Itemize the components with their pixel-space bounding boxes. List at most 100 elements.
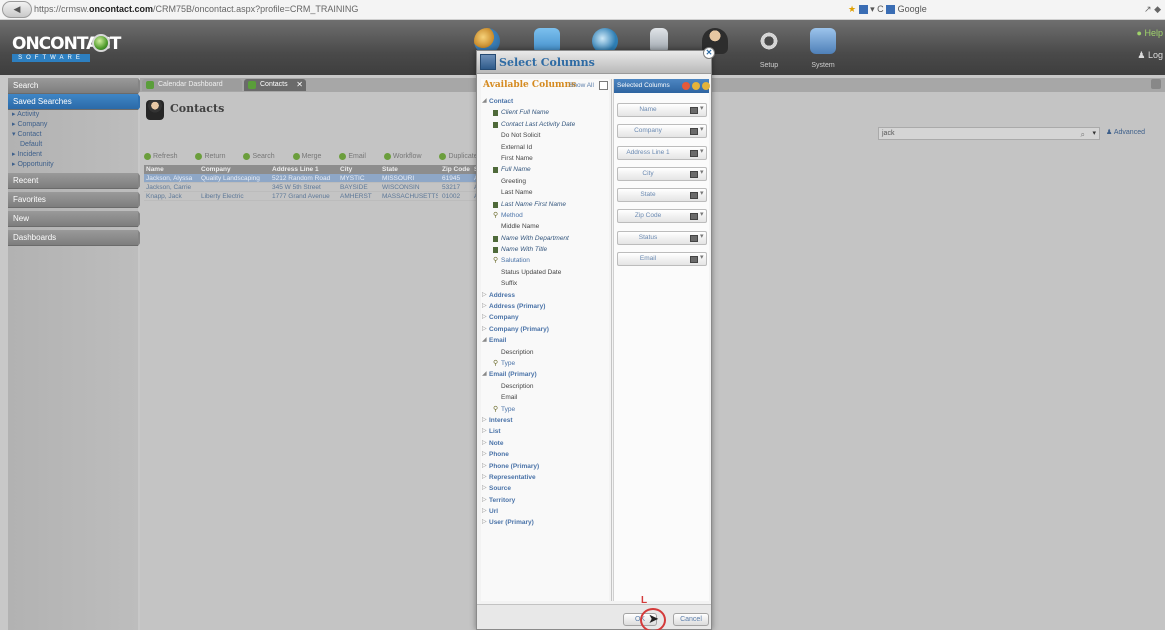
expand-right-icon[interactable]: ▷ xyxy=(482,426,487,437)
chevron-down-icon[interactable]: ▾ xyxy=(700,103,704,115)
tree-field[interactable]: ⚲ Type xyxy=(481,404,609,415)
search-engine-icon[interactable] xyxy=(886,5,896,15)
chevron-down-icon[interactable]: ▾ xyxy=(1092,128,1096,139)
search-input[interactable]: jack ⌕ ▾ xyxy=(878,127,1100,140)
tree-field[interactable]: Status Updated Date xyxy=(481,267,609,278)
column-header-state[interactable]: State xyxy=(382,165,438,174)
table-row[interactable]: Knapp, Jack Liberty Electric 1777 Grand … xyxy=(144,192,484,201)
expand-right-icon[interactable]: ▷ xyxy=(482,415,487,426)
address-bar[interactable]: https://crmsw.oncontact.com/CRM75B/oncon… xyxy=(34,2,834,17)
tree-group[interactable]: ▷ Note xyxy=(481,438,609,449)
move-down-icon[interactable] xyxy=(702,82,710,90)
column-header-address[interactable]: Address Line 1 xyxy=(272,165,336,174)
expand-right-icon[interactable]: ▷ xyxy=(482,472,487,483)
expand-right-icon[interactable]: ▷ xyxy=(482,301,487,312)
tree-field[interactable]: External Id xyxy=(481,142,609,153)
sidebar-favorites[interactable]: Favorites xyxy=(8,192,144,208)
tree-group[interactable]: ▷ Company (Primary) xyxy=(481,324,609,335)
close-icon[interactable]: ✕ xyxy=(703,47,715,59)
tree-group[interactable]: ▷ List xyxy=(481,426,609,437)
show-all-checkbox[interactable] xyxy=(599,81,608,90)
chevron-down-icon[interactable]: ▾ xyxy=(700,231,704,243)
expand-right-icon[interactable]: ▷ xyxy=(482,517,487,528)
expand-right-icon[interactable]: ▷ xyxy=(482,506,487,517)
move-up-icon[interactable] xyxy=(692,82,700,90)
tab-calendar-dashboard[interactable]: Calendar Dashboard xyxy=(142,79,242,91)
tree-field[interactable]: Contact Last Activity Date xyxy=(481,119,609,130)
selected-column-item[interactable]: Company ▾ xyxy=(617,124,707,139)
tree-field[interactable]: Do Not Solicit xyxy=(481,130,609,141)
selected-column-item[interactable]: Email ▾ xyxy=(617,252,707,267)
column-options-icon[interactable] xyxy=(690,234,698,242)
logout-link[interactable]: ♟ Log xyxy=(1137,50,1163,61)
tree-field[interactable]: Suffix xyxy=(481,278,609,289)
column-options-icon[interactable] xyxy=(690,213,698,221)
column-header-city[interactable]: City xyxy=(340,165,376,174)
chevron-down-icon[interactable]: ▾ xyxy=(700,252,704,264)
tree-field[interactable]: Last Name First Name xyxy=(481,199,609,210)
tab-contacts[interactable]: Contacts ✕ xyxy=(244,79,306,91)
tree-group[interactable]: ▷ User (Primary) xyxy=(481,517,609,528)
reload-icon[interactable]: ▾ C xyxy=(870,4,884,14)
sidebar-item-activity[interactable]: ▸ Activity xyxy=(8,110,138,120)
sidebar-item-contact-default[interactable]: Default xyxy=(8,140,138,150)
sidebar-item-incident[interactable]: ▸ Incident xyxy=(8,150,138,160)
tree-group[interactable]: ▷ Representative xyxy=(481,472,609,483)
sidebar-saved-searches[interactable]: Saved Searches xyxy=(8,94,144,110)
nav-setup[interactable]: Setup xyxy=(750,24,788,69)
sidebar-item-contact[interactable]: ▾ Contact xyxy=(8,130,138,140)
table-row[interactable]: Jackson, Carrie 345 W 5th Street BAYSIDE… xyxy=(144,183,484,192)
return-button[interactable]: Return xyxy=(195,152,233,160)
tree-field[interactable]: Name With Title xyxy=(481,244,609,255)
close-tab-icon[interactable]: ✕ xyxy=(296,79,303,91)
expand-right-icon[interactable]: ▷ xyxy=(482,495,487,506)
tree-field[interactable]: Email xyxy=(481,392,609,403)
selected-column-item[interactable]: City ▾ xyxy=(617,166,707,181)
expand-right-icon[interactable]: ▷ xyxy=(482,461,487,472)
expand-right-icon[interactable]: ▷ xyxy=(482,449,487,460)
search-engine-label[interactable]: Google xyxy=(898,4,927,14)
email-button[interactable]: Email xyxy=(339,152,374,160)
column-options-icon[interactable] xyxy=(690,170,698,178)
tree-group[interactable]: ◢ Email xyxy=(481,335,609,346)
sidebar-search[interactable]: Search xyxy=(8,78,144,94)
tree-field[interactable]: Greeting xyxy=(481,176,609,187)
help-link[interactable]: ● Help xyxy=(1137,28,1163,38)
selected-column-item[interactable]: Zip Code ▾ xyxy=(617,209,707,224)
tree-group[interactable]: ▷ Phone xyxy=(481,449,609,460)
column-options-icon[interactable] xyxy=(690,128,698,136)
expand-right-icon[interactable]: ▷ xyxy=(482,290,487,301)
table-row[interactable]: Jackson, Alyssa Quality Landscaping 5212… xyxy=(144,174,484,183)
tree-group[interactable]: ▷ Source xyxy=(481,483,609,494)
back-button[interactable]: ◀ xyxy=(2,1,32,18)
chevron-down-icon[interactable]: ▾ xyxy=(700,209,704,221)
tree-group[interactable]: ▷ Url xyxy=(481,506,609,517)
tree-group[interactable]: ▷ Company xyxy=(481,312,609,323)
tree-group[interactable]: ▷ Territory xyxy=(481,495,609,506)
remove-icon[interactable] xyxy=(682,82,690,90)
selected-column-item[interactable]: Address Line 1 ▾ xyxy=(617,145,707,160)
refresh-button[interactable]: Refresh xyxy=(144,152,186,160)
tree-group[interactable]: ▷ Address xyxy=(481,290,609,301)
sidebar-new[interactable]: New xyxy=(8,211,144,227)
tree-field[interactable]: ⚲ Type xyxy=(481,358,609,369)
expand-down-icon[interactable]: ◢ xyxy=(482,335,487,346)
tree-field[interactable]: Description xyxy=(481,381,609,392)
expand-right-icon[interactable]: ▷ xyxy=(482,312,487,323)
tab-menu-icon[interactable] xyxy=(1151,79,1161,89)
oncontact-logo[interactable]: ONCONTACT SOFTWARE xyxy=(12,34,121,64)
search-icon[interactable]: ⌕ xyxy=(1081,129,1085,140)
selected-column-item[interactable]: State ▾ xyxy=(617,188,707,203)
chevron-down-icon[interactable]: ▾ xyxy=(700,146,704,158)
sidebar-item-company[interactable]: ▸ Company xyxy=(8,120,138,130)
column-options-icon[interactable] xyxy=(690,256,698,264)
nav-system[interactable]: System xyxy=(804,24,842,69)
expand-right-icon[interactable]: ▷ xyxy=(482,438,487,449)
tree-field[interactable]: First Name xyxy=(481,153,609,164)
selected-column-item[interactable]: Status ▾ xyxy=(617,230,707,245)
panel-divider[interactable] xyxy=(611,79,612,601)
tree-field[interactable]: Middle Name xyxy=(481,221,609,232)
search-button[interactable]: Search xyxy=(243,152,282,160)
sidebar-recent[interactable]: Recent xyxy=(8,173,144,189)
chevron-down-icon[interactable]: ▾ xyxy=(700,167,704,179)
